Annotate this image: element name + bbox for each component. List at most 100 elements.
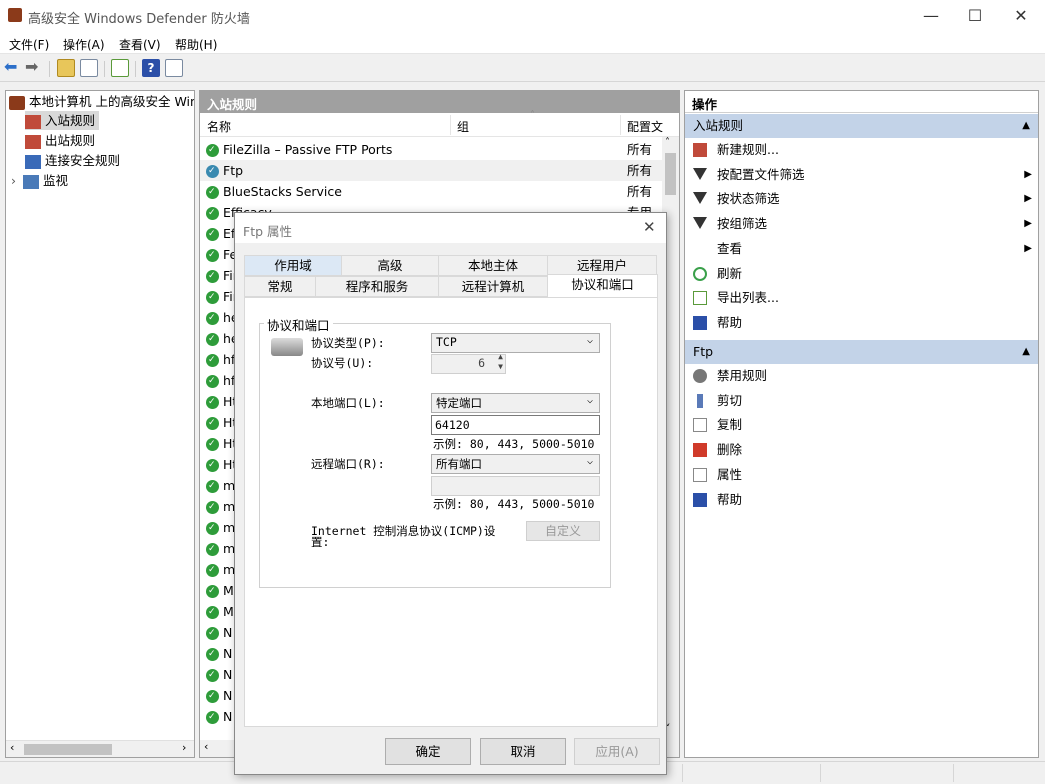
column-group[interactable]: 组 (457, 118, 469, 135)
submenu-arrow-icon: ▶ (1024, 193, 1032, 205)
column-profile[interactable]: 配置文 (627, 118, 663, 135)
list-horizontal-scrollbar[interactable]: ‹ (200, 740, 235, 757)
local-port-value: 特定端口 (436, 396, 482, 410)
filter-icon (693, 217, 707, 230)
rule-name: M (223, 583, 234, 598)
tab-general[interactable]: 常规 (244, 276, 316, 297)
action-item[interactable]: 禁用规则 (685, 364, 1038, 388)
up-folder-icon[interactable] (57, 59, 75, 77)
show-hide-action-pane-icon[interactable] (165, 59, 183, 77)
action-item[interactable]: 剪切 (685, 389, 1038, 413)
apply-button[interactable]: 应用(A) (574, 738, 660, 765)
action-label: 属性 (717, 466, 743, 482)
stepper-arrows-icon[interactable]: ▲ ▼ (498, 352, 503, 372)
scrollbar-thumb[interactable] (24, 744, 112, 755)
customize-button[interactable]: 自定义 (526, 521, 600, 541)
tab-remote-computers[interactable]: 远程计算机 (438, 276, 548, 297)
protocol-number-value: 6 (478, 356, 485, 370)
collapse-icon[interactable]: ▲ (1022, 114, 1030, 138)
collapse-icon[interactable]: ▲ (1022, 340, 1030, 364)
table-row[interactable]: FileZilla – Passive FTP Ports 所有 (200, 139, 662, 161)
protocol-type-select[interactable]: TCP ⌵ (431, 333, 600, 353)
window-title: 高级安全 Windows Defender 防火墙 (28, 12, 250, 27)
tab-scope[interactable]: 作用域 (244, 255, 342, 276)
action-item[interactable]: 复制 (685, 413, 1038, 437)
menu-view[interactable]: 查看(V) (119, 36, 161, 53)
dialog-close-button[interactable]: ✕ (643, 218, 656, 236)
action-item[interactable]: 属性 (685, 463, 1038, 487)
column-divider[interactable] (620, 115, 621, 135)
scroll-up-icon[interactable]: ˄ (665, 137, 670, 148)
scroll-left-icon[interactable]: ‹ (10, 741, 14, 754)
outbound-rules-icon (25, 134, 41, 149)
monitoring-icon (23, 174, 39, 189)
back-icon[interactable]: ⬅ (4, 59, 22, 77)
tree-item-connection-security[interactable]: 连接安全规则 (25, 151, 120, 170)
action-item[interactable]: 帮助 (685, 488, 1038, 512)
action-item[interactable]: 新建规则... (685, 138, 1038, 162)
maximize-button[interactable]: ☐ (952, 0, 998, 32)
action-item[interactable]: 按状态筛选 ▶ (685, 187, 1038, 211)
rule-name: Ftp (223, 163, 244, 178)
tree-item-outbound-rules[interactable]: 出站规则 (25, 131, 95, 150)
action-label: 删除 (717, 442, 743, 458)
table-row[interactable]: BlueStacks Service 所有 (200, 181, 662, 203)
rule-name: N (223, 646, 233, 661)
tab-programs-services[interactable]: 程序和服务 (315, 276, 439, 297)
section-ftp[interactable]: Ftp ▲ (685, 340, 1038, 364)
sort-ascending-icon: ˄ (530, 110, 535, 121)
tab-protocols-ports[interactable]: 协议和端口 (547, 274, 658, 298)
rule-name: N (223, 709, 233, 724)
action-item[interactable]: 导出列表... (685, 286, 1038, 310)
menu-file[interactable]: 文件(F) (9, 36, 49, 53)
help-icon[interactable]: ? (142, 59, 160, 77)
menu-action[interactable]: 操作(A) (63, 36, 105, 53)
local-port-select[interactable]: 特定端口 ⌵ (431, 393, 600, 413)
remote-port-input[interactable] (431, 476, 600, 496)
rule-enabled-icon (206, 434, 219, 455)
rule-enabled-icon (206, 350, 219, 371)
tree-root[interactable]: 本地计算机 上的高级安全 Windows Defender 防火墙 (9, 92, 194, 111)
local-port-input[interactable]: 64120 (431, 415, 600, 435)
cancel-button[interactable]: 取消 (480, 738, 566, 765)
forward-icon[interactable]: ➡ (25, 59, 43, 77)
scrollbar-thumb[interactable] (665, 153, 676, 195)
dialog-title-bar: Ftp 属性 ✕ (235, 213, 666, 243)
action-item[interactable]: 删除 (685, 438, 1038, 462)
export-list-icon[interactable] (111, 59, 129, 77)
scroll-right-icon[interactable]: › (182, 741, 186, 754)
tree-item-inbound-rules[interactable]: 入站规则 (25, 111, 100, 130)
tree-item-monitoring[interactable]: › 监视 (11, 171, 68, 190)
action-item[interactable]: 按组筛选 ▶ (685, 212, 1038, 236)
tab-local-principals[interactable]: 本地主体 (438, 255, 548, 276)
table-row[interactable]: Ftp 所有 (200, 160, 662, 182)
close-button[interactable]: ✕ (998, 0, 1044, 32)
show-hide-tree-icon[interactable] (80, 59, 98, 77)
scroll-left-icon[interactable]: ‹ (204, 740, 208, 753)
menu-help[interactable]: 帮助(H) (175, 36, 217, 53)
rule-profile: 所有 (627, 163, 653, 178)
tab-advanced[interactable]: 高级 (341, 255, 439, 276)
ok-button[interactable]: 确定 (385, 738, 471, 765)
action-item[interactable]: 查看 ▶ (685, 237, 1038, 261)
list-pane-header: 入站规则 (200, 91, 679, 113)
chevron-right-icon[interactable]: › (11, 171, 23, 190)
tab-remote-users[interactable]: 远程用户 (547, 255, 657, 276)
action-item[interactable]: 按配置文件筛选 ▶ (685, 163, 1038, 187)
action-item[interactable]: 帮助 (685, 311, 1038, 335)
action-label: 复制 (717, 417, 743, 433)
protocol-number-stepper[interactable]: 6 ▲ ▼ (431, 352, 506, 374)
section-title: Ftp (693, 344, 714, 359)
action-item[interactable]: 刷新 (685, 262, 1038, 286)
minimize-button[interactable]: — (908, 0, 954, 32)
remote-port-select[interactable]: 所有端口 ⌵ (431, 454, 600, 474)
tree-item-label: 连接安全规则 (45, 153, 121, 168)
chevron-down-icon: ⌵ (586, 456, 593, 467)
rule-enabled-icon (206, 161, 219, 182)
column-divider[interactable] (450, 115, 451, 135)
rule-enabled-icon (206, 455, 219, 476)
section-inbound-rules[interactable]: 入站规则 ▲ (685, 114, 1038, 138)
protocol-type-value: TCP (436, 335, 457, 349)
column-name[interactable]: 名称 (207, 118, 231, 135)
tree-horizontal-scrollbar[interactable]: ‹ › (6, 740, 194, 757)
